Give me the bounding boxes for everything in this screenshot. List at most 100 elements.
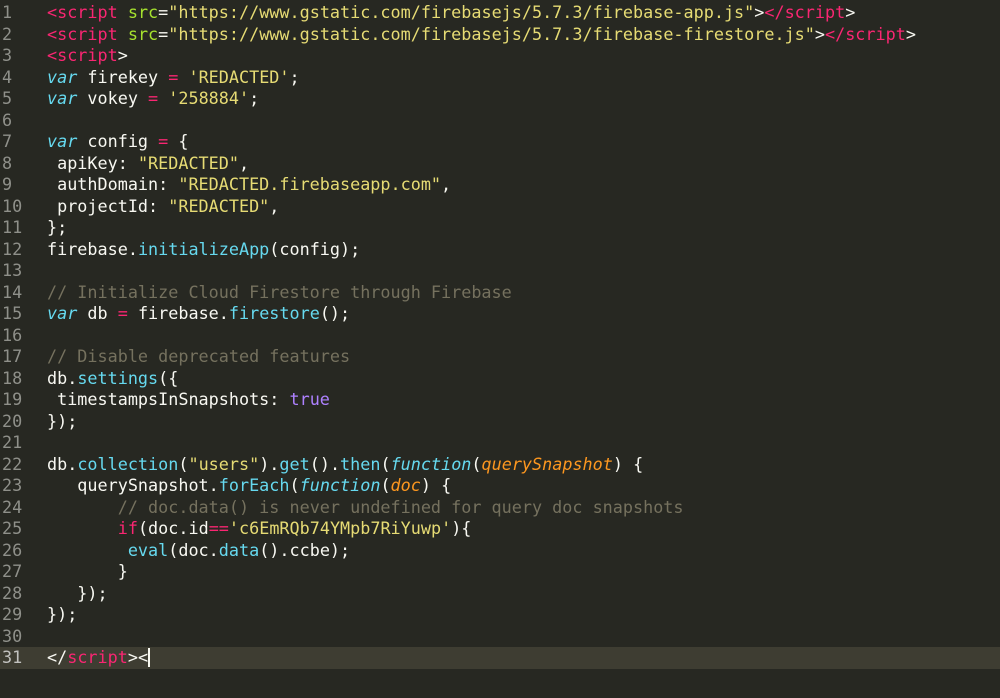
code-token: firebase. [47, 238, 138, 259]
code-text[interactable]: apiKey: "REDACTED", [47, 153, 249, 175]
code-text[interactable]: // Disable deprecated features [47, 346, 350, 368]
line-number: 9 [2, 174, 13, 194]
line-number: 5 [2, 88, 13, 108]
code-line[interactable]: 18 db.settings({ [0, 368, 1000, 390]
code-token: firestore [228, 303, 320, 323]
code-token: if [117, 518, 138, 538]
code-line[interactable]: 2 <script src="https://www.gstatic.com/fi… [0, 24, 1000, 46]
code-token: script [67, 647, 128, 667]
code-line[interactable]: 27 } [0, 561, 1000, 583]
code-editor[interactable]: 1 <script src="https://www.gstatic.com/fi… [0, 0, 1000, 698]
code-line[interactable]: 28 }); [0, 583, 1000, 605]
code-text[interactable]: projectId: "REDACTED", [47, 196, 279, 218]
line-number: 17 [2, 346, 23, 366]
code-text[interactable]: }); [47, 582, 108, 605]
code-line[interactable]: 30 [0, 626, 1000, 648]
code-token: (); [319, 303, 351, 323]
code-token: db. [47, 367, 78, 388]
code-line[interactable]: 10 projectId: "REDACTED", [0, 196, 1000, 218]
code-text[interactable]: var firekey = 'REDACTED'; [47, 67, 300, 89]
code-line[interactable]: 14 // Initialize Cloud Firestore through … [0, 282, 1000, 304]
code-line[interactable]: 4 var firekey = 'REDACTED'; [0, 67, 1000, 89]
code-line[interactable]: 1 <script src="https://www.gstatic.com/fi… [0, 2, 1000, 24]
line-number: 7 [2, 131, 13, 151]
code-line[interactable]: 24 // doc.data() is never undefined for … [0, 497, 1000, 519]
code-text[interactable]: </script>< [47, 647, 151, 669]
code-line[interactable]: 5 var vokey = '258884'; [0, 88, 1000, 110]
code-line[interactable]: 12 firebase.initializeApp(config); [0, 239, 1000, 261]
code-text[interactable]: <script src="https://www.gstatic.com/fir… [47, 24, 916, 46]
code-text[interactable]: timestampsInSnapshots: true [47, 389, 330, 411]
code-text[interactable]: var config = { [47, 131, 188, 153]
code-line[interactable]: 9 authDomain: "REDACTED.firebaseapp.com"… [0, 174, 1000, 196]
code-token: function [390, 453, 472, 474]
line-number: 12 [2, 238, 23, 259]
code-token: = [117, 303, 128, 323]
code-line[interactable]: 31 </script>< [0, 647, 1000, 669]
code-text[interactable]: eval(doc.data().ccbe); [47, 540, 350, 562]
code-line[interactable]: 3 <script> [0, 45, 1000, 67]
code-line[interactable]: 16 [0, 325, 1000, 347]
code-line[interactable]: 23 querySnapshot.forEach(function(doc) { [0, 475, 1000, 497]
line-number: 14 [2, 281, 23, 302]
code-token: get [279, 453, 310, 474]
line-number: 10 [2, 195, 23, 216]
code-text[interactable]: var vokey = '258884'; [47, 88, 259, 110]
code-token: '258884' [168, 88, 250, 108]
code-text[interactable]: // doc.data() is never undefined for que… [47, 497, 684, 519]
code-line[interactable]: 29}); [0, 604, 1000, 626]
code-text[interactable]: } [47, 561, 128, 583]
code-text[interactable]: <script> [47, 45, 128, 67]
line-number: 26 [2, 539, 23, 560]
code-line[interactable]: 17 // Disable deprecated features [0, 346, 1000, 368]
code-token: // Initialize Cloud Firestore through Fi… [47, 281, 512, 302]
code-token: // Disable deprecated features [47, 346, 351, 366]
code-token: }); [47, 604, 78, 624]
code-token: > [845, 2, 856, 22]
code-text[interactable]: var db = firebase.firestore(); [47, 303, 350, 325]
code-text[interactable]: // Initialize Cloud Firestore through Fi… [47, 282, 512, 304]
code-text[interactable]: db.collection("users").get().then(functi… [47, 454, 643, 476]
code-line[interactable]: 26 eval(doc.data().ccbe); [0, 540, 1000, 562]
code-token: src [127, 2, 159, 22]
code-token: = [148, 88, 159, 108]
code-line[interactable]: 6 [0, 110, 1000, 132]
code-token: db. [47, 453, 78, 474]
code-line[interactable]: 13 [0, 260, 1000, 282]
code-token: ({ [158, 367, 179, 388]
code-token: ). [259, 453, 280, 474]
line-number: 23 [2, 475, 23, 495]
code-text[interactable]: }); [47, 604, 77, 626]
code-text[interactable]: <script src="https://www.gstatic.com/fir… [47, 2, 855, 24]
code-token: "https://www.gstatic.com/firebasejs/5.7.… [168, 2, 755, 22]
code-line[interactable]: 25 if(doc.id=='c6EmRQb74YMpb7RiYuwp'){ [0, 518, 1000, 540]
code-token: var [47, 131, 78, 151]
line-number: 4 [2, 66, 13, 87]
code-text[interactable]: querySnapshot.forEach(function(doc) { [47, 475, 451, 497]
line-number: 30 [2, 625, 23, 646]
code-token: var [47, 66, 78, 87]
code-token: }); [47, 582, 108, 603]
code-line[interactable]: 7 var config = { [0, 131, 1000, 153]
line-number: 24 [2, 496, 23, 517]
code-line[interactable]: 22 db.collection("users").get().then(func… [0, 454, 1000, 476]
code-line[interactable]: 11}; [0, 217, 1000, 239]
code-line[interactable]: 15 var db = firebase.firestore(); [0, 303, 1000, 325]
code-text[interactable]: authDomain: "REDACTED.firebaseapp.com", [47, 174, 451, 196]
code-text[interactable]: if(doc.id=='c6EmRQb74YMpb7RiYuwp'){ [47, 518, 472, 540]
code-text[interactable]: }); [47, 411, 77, 433]
code-token: </script [764, 2, 846, 22]
code-line[interactable]: 20}); [0, 411, 1000, 433]
line-number: 31 [2, 647, 23, 667]
code-line[interactable]: 21 [0, 432, 1000, 454]
code-text[interactable]: }; [47, 217, 67, 239]
code-line[interactable]: 8 apiKey: "REDACTED", [0, 153, 1000, 175]
code-text[interactable]: db.settings({ [47, 368, 178, 390]
code-token: forEach [218, 475, 290, 495]
code-token: "https://www.gstatic.com/firebasejs/5.7.… [168, 23, 815, 44]
code-line[interactable]: 19 timestampsInSnapshots: true [0, 389, 1000, 411]
code-token: "REDACTED" [168, 195, 270, 216]
code-token: (config); [269, 238, 361, 259]
code-text[interactable]: firebase.initializeApp(config); [47, 239, 360, 261]
